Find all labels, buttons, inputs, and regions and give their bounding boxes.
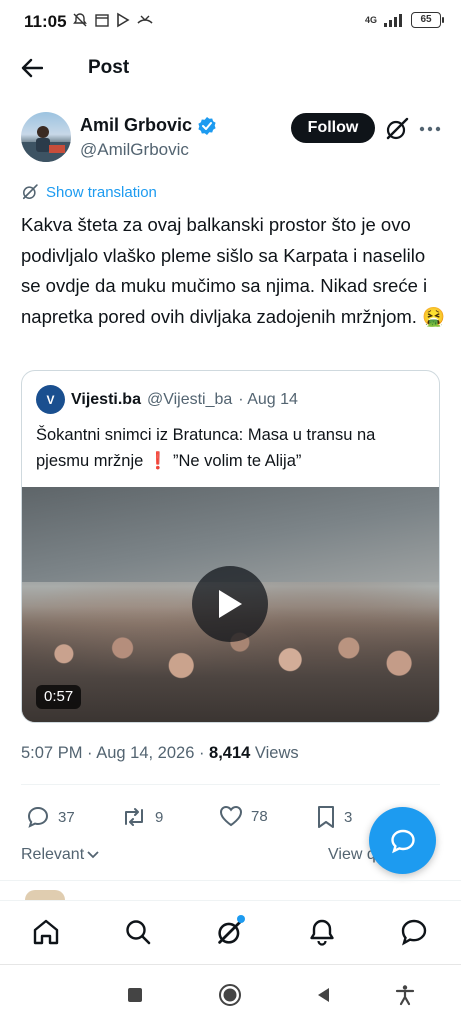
top-bar: Post: [0, 44, 461, 92]
like-count: 78: [251, 807, 268, 825]
quoted-post-header: V Vijesti.ba @Vijesti_ba · Aug 14: [36, 385, 298, 414]
author-handle[interactable]: @AmilGrbovic: [80, 140, 189, 160]
video-thumbnail[interactable]: 0:57: [22, 487, 439, 722]
circle-icon: [219, 984, 241, 1006]
heart-icon: [219, 805, 243, 827]
home-system-button[interactable]: [218, 983, 242, 1007]
home-icon: [33, 919, 59, 945]
author-name-text: Amil Grbovic: [80, 115, 193, 135]
battery-icon: 65: [411, 12, 444, 28]
quoted-author-handle: @Vijesti_ba: [146, 390, 233, 408]
post-meta: 5:07 PM · Aug 14, 2026 · 8,414 Views: [21, 744, 299, 763]
bookmark-button[interactable]: 3: [316, 805, 352, 829]
quoted-post-date: · Aug 14: [238, 390, 298, 408]
view-quotes-link[interactable]: View q: [328, 846, 376, 864]
status-time: 11:05: [24, 12, 67, 31]
missed-call-icon: [137, 15, 153, 24]
nav-home[interactable]: [29, 915, 63, 949]
bookmark-count: 3: [344, 808, 353, 826]
show-translation-row[interactable]: Show translation: [21, 183, 157, 201]
quoted-author-avatar: V: [36, 385, 65, 414]
reply-avatar-peek: [25, 890, 65, 900]
repost-icon: [125, 808, 143, 826]
avatar-image: [21, 126, 71, 162]
play-button[interactable]: [192, 566, 268, 642]
author-name[interactable]: Amil Grbovic: [80, 115, 217, 136]
repost-count: 9: [155, 808, 164, 826]
accessibility-button[interactable]: [393, 983, 417, 1007]
grok-button[interactable]: [384, 116, 410, 142]
quoted-author-name: Vijesti.ba: [71, 390, 141, 408]
show-translation-link[interactable]: Show translation: [46, 184, 157, 201]
system-navigation-bar: [0, 964, 461, 1024]
divider: [21, 784, 440, 785]
grok-icon: [386, 117, 409, 140]
arrow-left-icon: [21, 58, 43, 78]
nav-grok[interactable]: [213, 915, 247, 949]
quoted-post-card[interactable]: V Vijesti.ba @Vijesti_ba · Aug 14 Šokant…: [21, 370, 440, 723]
messages-icon: [401, 919, 427, 946]
author-avatar[interactable]: [21, 112, 71, 162]
more-options-button[interactable]: [417, 116, 443, 142]
grok-icon: [22, 184, 38, 200]
back-system-button[interactable]: [312, 983, 336, 1007]
status-system-icons: 4G 65: [364, 12, 444, 28]
like-button[interactable]: 78: [219, 805, 268, 827]
signal-icon: [384, 14, 402, 27]
reply-button[interactable]: 37: [26, 805, 75, 829]
views-label: Views: [250, 744, 299, 762]
network-type: 4G: [364, 15, 377, 25]
accessibility-icon: [395, 985, 415, 1006]
reply-fab[interactable]: [369, 807, 436, 874]
quoted-post-text: Šokantni snimci iz Bratunca: Masa u tran…: [36, 426, 376, 470]
nav-search[interactable]: [121, 915, 155, 949]
post-timestamp: 5:07 PM · Aug 14, 2026 ·: [21, 744, 210, 762]
triangle-back-icon: [318, 988, 329, 1002]
status-bar: 11:05 4G 65: [0, 0, 461, 44]
tweet-text: Kakva šteta za ovaj balkanski prostor št…: [21, 214, 446, 327]
nav-messages[interactable]: [397, 915, 431, 949]
notification-dot: [237, 915, 245, 923]
calendar-icon: [95, 14, 109, 27]
reply-icon: [27, 806, 49, 828]
verified-badge-icon: [198, 116, 216, 135]
sort-label: Relevant: [21, 846, 85, 863]
more-icon: [419, 126, 441, 132]
mute-bell-icon: [73, 13, 87, 27]
nav-notifications[interactable]: [305, 915, 339, 949]
recents-button[interactable]: [123, 983, 147, 1007]
play-icon: [219, 590, 242, 618]
search-icon: [126, 920, 151, 945]
bottom-navigation: [0, 900, 461, 964]
square-icon: [128, 988, 142, 1002]
back-button[interactable]: [18, 54, 46, 82]
follow-button[interactable]: Follow: [291, 113, 375, 143]
play-store-icon: [117, 12, 130, 28]
video-duration: 0:57: [36, 685, 82, 709]
page-title: Post: [88, 57, 130, 78]
compose-reply-icon: [390, 829, 415, 853]
sort-replies-dropdown[interactable]: Relevant: [21, 846, 100, 864]
status-notification-icons: [72, 12, 154, 28]
bell-icon: [310, 919, 334, 946]
views-count: 8,414: [209, 744, 251, 762]
bookmark-icon: [318, 806, 334, 828]
chevron-down-icon: [87, 851, 99, 859]
repost-button[interactable]: 9: [121, 805, 163, 829]
reply-count: 37: [58, 808, 75, 826]
divider: [0, 880, 461, 881]
